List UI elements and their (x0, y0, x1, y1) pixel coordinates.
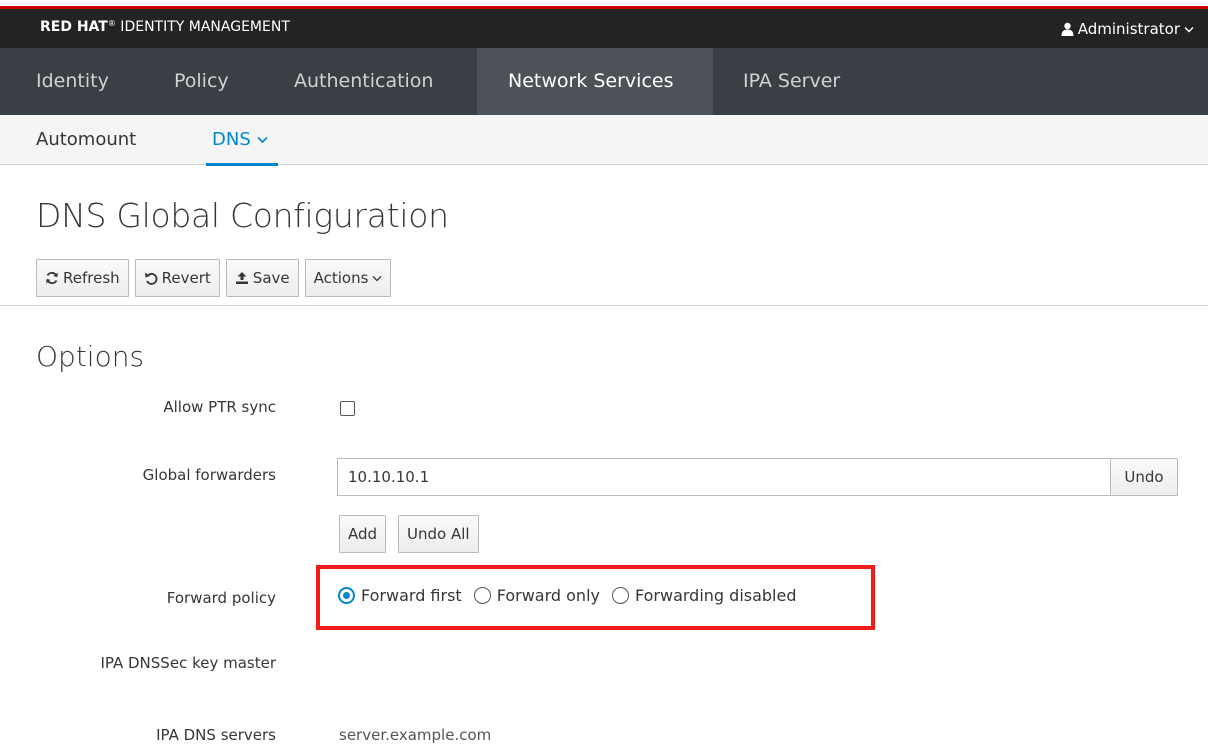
dns-servers-label: IPA DNS servers (156, 726, 276, 744)
user-icon (1061, 22, 1074, 36)
user-menu[interactable]: Administrator (1061, 20, 1194, 38)
brand-bar: RED HAT® IDENTITY MANAGEMENT Administrat… (0, 9, 1208, 48)
toolbar-divider (0, 305, 1208, 306)
page-title: DNS Global Configuration (36, 196, 449, 235)
brand-rest: IDENTITY MANAGEMENT (115, 19, 290, 35)
nav-tab-policy[interactable]: Policy (158, 48, 245, 115)
brand-bold: RED HAT (40, 19, 108, 35)
undo-all-button[interactable]: Undo All (398, 515, 479, 553)
subnav-item-automount[interactable]: Automount (36, 129, 136, 150)
section-title-options: Options (36, 340, 145, 373)
upload-icon (235, 272, 248, 284)
allow-ptr-sync-label: Allow PTR sync (163, 398, 276, 416)
chevron-down-icon (1184, 26, 1194, 32)
undo-button[interactable]: Undo (1110, 458, 1178, 496)
sub-nav: Automount DNS (0, 115, 1208, 166)
add-forwarder-button[interactable]: Add (339, 515, 387, 553)
revert-button[interactable]: Revert (134, 259, 220, 297)
top-red-stripe (0, 0, 1208, 9)
global-forwarders-label: Global forwarders (142, 466, 276, 484)
main-nav: Identity Policy Authentication Network S… (0, 48, 1208, 115)
refresh-icon (46, 272, 58, 284)
forward-policy-label: Forward policy (166, 589, 276, 607)
radio-forwarding-disabled-label: Forwarding disabled (634, 586, 797, 605)
radio-forward-first-indicator (338, 587, 355, 604)
nav-tab-network-services[interactable]: Network Services (477, 48, 713, 115)
nav-tab-identity[interactable]: Identity (20, 48, 125, 115)
subnav-dns-label: DNS (212, 129, 251, 150)
chevron-down-icon (257, 136, 268, 143)
refresh-label: Refresh (63, 269, 120, 287)
actions-dropdown-button[interactable]: Actions (304, 259, 392, 297)
dns-servers-value: server.example.com (339, 726, 492, 744)
chevron-down-icon (372, 275, 382, 281)
radio-forward-only-indicator (473, 587, 491, 604)
save-label: Save (252, 269, 290, 287)
radio-forward-first[interactable]: Forward first (338, 586, 462, 605)
nav-tab-ipa-server[interactable]: IPA Server (727, 48, 856, 115)
radio-forward-only[interactable]: Forward only (473, 586, 600, 605)
revert-label: Revert (161, 269, 211, 287)
undo-icon (144, 272, 158, 285)
brand-logo: RED HAT® IDENTITY MANAGEMENT (40, 19, 290, 35)
save-button[interactable]: Save (225, 259, 299, 297)
refresh-button[interactable]: Refresh (36, 259, 129, 297)
brand-tm: ® (107, 19, 116, 28)
forward-policy-radio-group: Forward first Forward only Forwarding di… (338, 586, 797, 605)
allow-ptr-sync-checkbox[interactable] (340, 401, 355, 416)
radio-forwarding-disabled[interactable]: Forwarding disabled (611, 586, 797, 605)
global-forwarder-input[interactable]: 10.10.10.1 (337, 458, 1110, 496)
subnav-item-dns[interactable]: DNS (206, 129, 278, 166)
toolbar: Refresh Revert Save Actions (36, 259, 392, 297)
radio-forwarding-disabled-indicator (611, 587, 629, 604)
radio-forward-first-label: Forward first (361, 586, 462, 605)
dnssec-key-master-label: IPA DNSSec key master (100, 654, 276, 672)
radio-forward-only-label: Forward only (496, 586, 600, 605)
nav-tab-authentication[interactable]: Authentication (278, 48, 449, 115)
actions-label: Actions (313, 269, 369, 287)
user-name: Administrator (1077, 20, 1180, 38)
